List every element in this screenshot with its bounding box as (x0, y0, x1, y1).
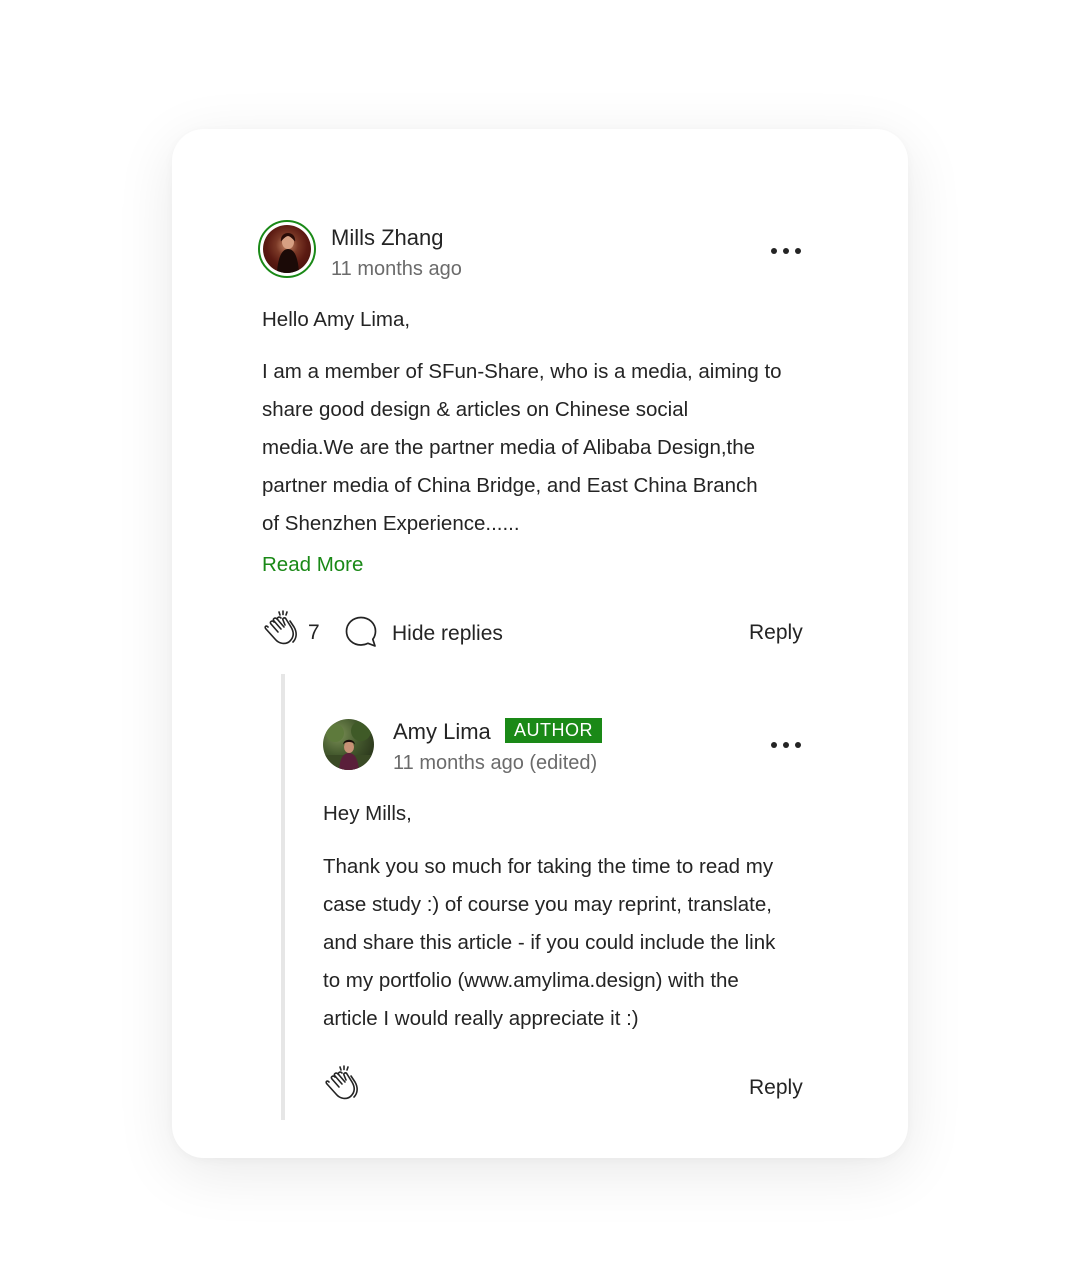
reply-button[interactable]: Reply (749, 620, 803, 646)
reply-body: Thank you so much for taking the time to… (323, 848, 775, 1038)
comment-body-line: I am a member of SFun-Share, who is a me… (262, 360, 782, 383)
more-options-button[interactable] (771, 241, 801, 261)
comment-body: I am a member of SFun-Share, who is a me… (262, 353, 782, 543)
more-horizontal-icon (771, 742, 777, 748)
comment-body-line: of Shenzhen Experience...... (262, 512, 520, 535)
clap-count: 7 (308, 621, 320, 644)
clap-icon (325, 1065, 358, 1100)
reply-body-line: case study :) of course you may reprint,… (323, 893, 772, 916)
read-more-link[interactable]: Read More (262, 550, 363, 580)
responses-button[interactable] (344, 615, 378, 649)
comment-body-line: partner media of China Bridge, and East … (262, 474, 758, 497)
speech-bubble-icon (345, 616, 377, 647)
avatar-portrait-icon (323, 721, 374, 770)
comment-timestamp[interactable]: 11 months ago (331, 257, 462, 281)
page: Mills Zhang 11 months ago Hello Amy Lima… (0, 0, 1080, 1285)
hide-replies-button[interactable]: Hide replies (392, 621, 503, 647)
avatar-portrait-icon (277, 233, 299, 273)
reply-body-line: and share this article - if you could in… (323, 931, 776, 954)
comment-body-line: share good design & articles on Chinese … (262, 398, 689, 421)
avatar[interactable] (323, 719, 374, 770)
author-name[interactable]: Amy Lima (393, 719, 491, 745)
clap-button[interactable] (322, 1065, 362, 1105)
author-badge: AUTHOR (505, 718, 602, 743)
comment-body-line: media.We are the partner media of Alibab… (262, 436, 756, 459)
more-options-button[interactable] (771, 735, 801, 755)
clap-icon (264, 610, 297, 645)
reply-button[interactable]: Reply (749, 1075, 803, 1101)
comment-greeting: Hello Amy Lima, (262, 308, 411, 331)
reply-thread-line (281, 674, 285, 1120)
reply-body-line: to my portfolio (www.amylima.design) wit… (323, 969, 739, 992)
reply-greeting: Hey Mills, (323, 802, 412, 825)
reply-body-line: Thank you so much for taking the time to… (323, 855, 774, 878)
avatar[interactable] (263, 225, 311, 273)
clap-button[interactable] (261, 610, 301, 650)
reply-timestamp[interactable]: 11 months ago (edited) (393, 751, 597, 775)
reply-body-line: article I would really appreciate it :) (323, 1007, 639, 1030)
author-name[interactable]: Mills Zhang (331, 225, 443, 251)
more-horizontal-icon (771, 248, 777, 254)
